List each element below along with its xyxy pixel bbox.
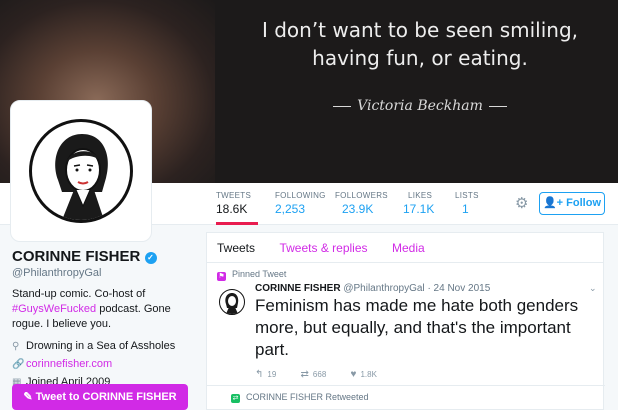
tweet-to-button[interactable]: ✎ Tweet to CORINNE FISHER [12,384,188,410]
chevron-down-icon[interactable]: ⌄ [589,283,597,294]
profile-avatar[interactable] [10,100,152,242]
profile-handle: @PhilanthropyGal [12,267,102,279]
compose-icon: ✎ [23,391,33,403]
avatar-illustration [29,119,133,223]
tab-media[interactable]: Media [392,233,425,263]
like-button[interactable]: ♥ 1.8K [351,369,377,380]
reply-icon: ↰ [255,369,264,380]
profile-name: CORINNE FISHER ✓ [12,248,202,265]
pin-icon: ⚑ [217,272,226,281]
retweet-icon: ⇄ [300,369,309,380]
quote-signature: Victoria Beckham [300,98,540,114]
retweet-indicator-icon: ⇄ [231,394,240,403]
follow-button[interactable]: 👤+ Follow [539,192,605,215]
tweet-text: Feminism has made me hate both genders m… [255,296,579,359]
stat-tweets[interactable]: TWEETS 18.6K [216,183,258,225]
stat-likes[interactable]: LIKES 17.1K [403,183,439,225]
bio-hashtag-link[interactable]: #GuysWeFucked [12,303,96,315]
tweet-header: CORINNE FISHER @PhilanthropyGal · 24 Nov… [255,283,490,294]
website-link[interactable]: corinnefisher.com [26,358,112,370]
tweet-actions: ↰ 19 ⇄ 668 ♥ 1.8K [255,369,399,380]
tweet-avatar[interactable] [219,289,245,315]
heart-icon: ♥ [350,369,357,380]
tweet-author-name[interactable]: CORINNE FISHER [255,283,341,294]
pinned-tweet-label: ⚑ Pinned Tweet [217,269,287,281]
timeline: Tweets Tweets & replies Media ⚑ Pinned Tw… [206,232,605,410]
timeline-tabs: Tweets Tweets & replies Media [207,233,603,263]
retweet-button[interactable]: ⇄ 668 [301,369,327,380]
profile-card: CORINNE FISHER ✓ @PhilanthropyGal Stand-… [12,248,202,390]
profile-location: ⚲ Drowning in a Sea of Assholes [12,338,202,354]
tab-tweets[interactable]: Tweets [217,233,255,263]
link-icon: 🔗 [12,359,25,370]
location-pin-icon: ⚲ [12,341,20,352]
profile-bio: Stand-up comic. Co-host of #GuysWeFucked… [12,288,171,330]
stat-lists[interactable]: LISTS 1 [455,183,481,225]
profile-website: 🔗 corinnefisher.com [12,356,202,372]
stat-followers[interactable]: FOLLOWERS 23.9K [335,183,388,225]
verified-badge-icon: ✓ [144,252,157,264]
reply-button[interactable]: ↰ 19 [255,369,276,380]
tweet-author-handle[interactable]: @PhilanthropyGal [343,283,424,294]
retweeted-label: ⇄ CORINNE FISHER Retweeted [231,392,369,403]
tab-tweets-replies[interactable]: Tweets & replies [279,233,367,263]
tweet-divider [207,385,605,386]
header-quote: I don’t want to be seen smiling, having … [261,18,579,70]
gear-icon[interactable]: ⚙ [515,194,528,212]
stat-following[interactable]: FOLLOWING 2,253 [275,183,325,225]
add-user-icon: 👤+ [542,197,564,209]
tweet-date[interactable]: · 24 Nov 2015 [427,283,490,294]
